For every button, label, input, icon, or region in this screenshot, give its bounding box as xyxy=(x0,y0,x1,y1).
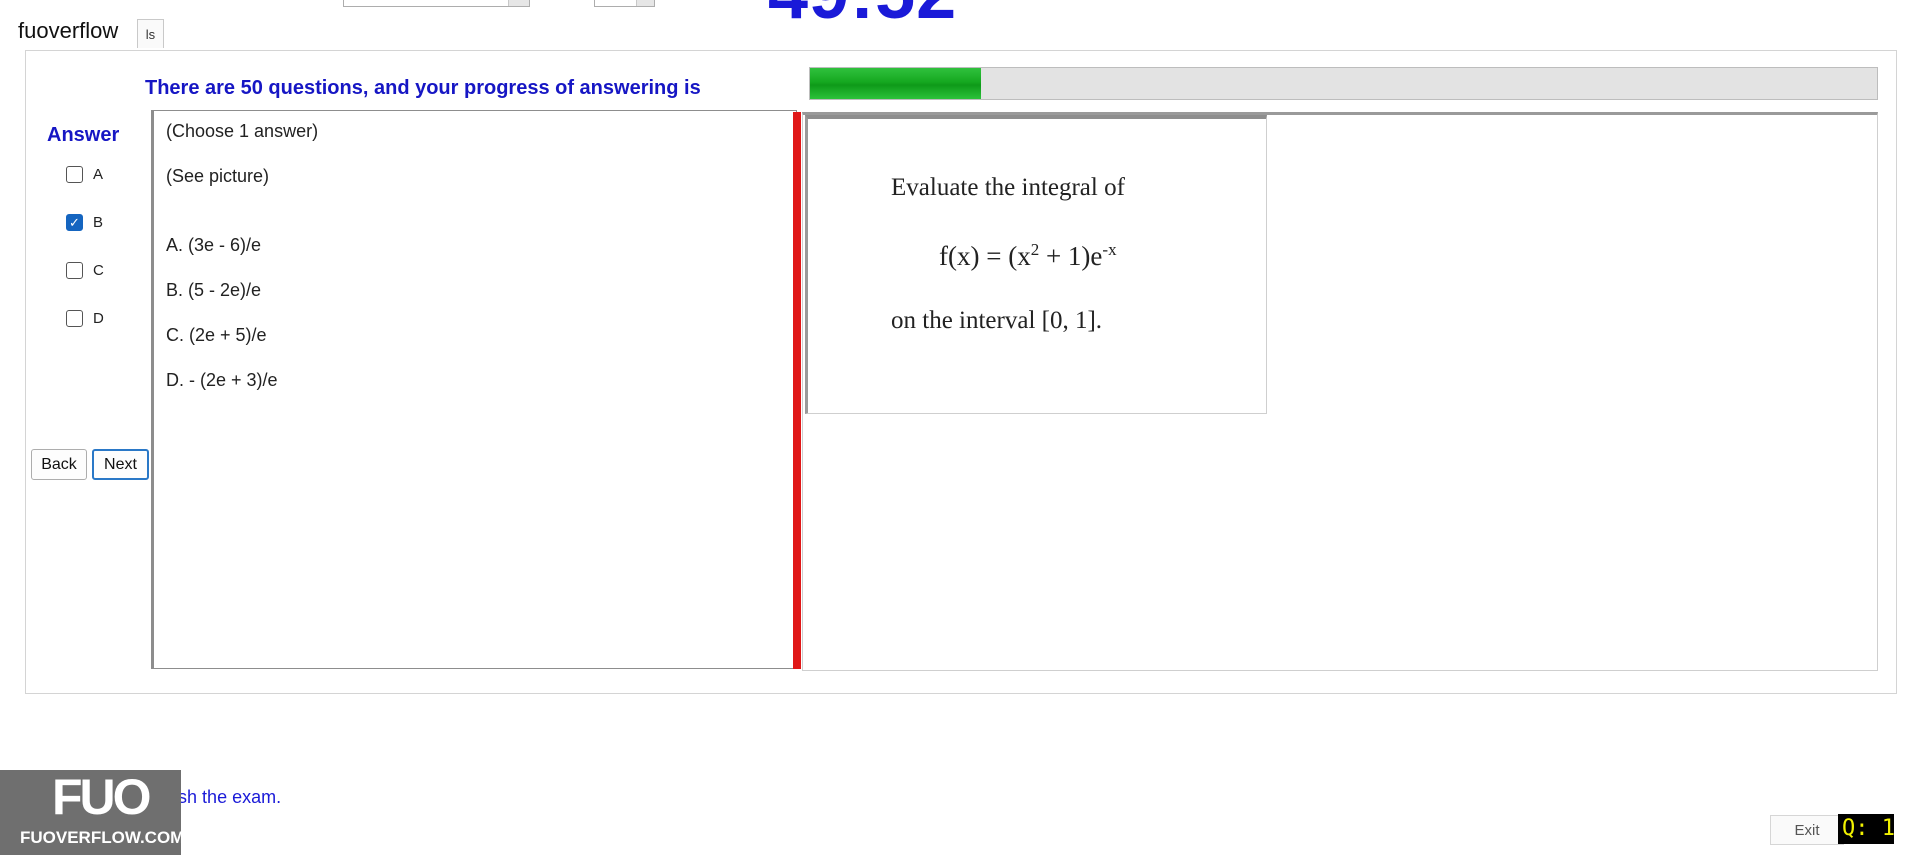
brand-label: fuoverflow xyxy=(18,18,119,43)
exam-timer: 49:52 xyxy=(768,0,957,30)
answer-option-d[interactable]: D xyxy=(66,310,104,327)
question-number-badge: Q: 1 xyxy=(1838,814,1894,844)
tab-header[interactable]: ls xyxy=(137,19,164,48)
formula-exponent: 2 xyxy=(1030,240,1040,259)
checkbox-c[interactable] xyxy=(66,262,83,279)
option-label: A xyxy=(93,166,104,183)
formula-lhs: f(x) = (x xyxy=(939,241,1031,271)
choice-a: A. (3e - 6)/e xyxy=(166,235,262,255)
checkbox-d[interactable] xyxy=(66,310,83,327)
checkbox-a[interactable] xyxy=(66,166,83,183)
question-picture: Evaluate the integral of f(x) = (x2 + 1)… xyxy=(805,115,1267,414)
exit-button[interactable]: Exit xyxy=(1770,815,1844,845)
choice-d: D. - (2e + 3)/e xyxy=(166,370,278,390)
picture-line-1: Evaluate the integral of xyxy=(891,174,1125,201)
answer-option-b[interactable]: ✓ B xyxy=(66,214,103,231)
next-button[interactable]: Next xyxy=(92,449,149,480)
question-instruction: (Choose 1 answer) xyxy=(166,121,319,141)
picture-formula: f(x) = (x2 + 1)e-x xyxy=(939,240,1117,272)
progress-bar xyxy=(809,67,1878,100)
top-small-combobox[interactable] xyxy=(594,0,655,7)
progress-fill xyxy=(810,68,981,99)
back-button[interactable]: Back xyxy=(31,449,87,480)
question-hint: (See picture) xyxy=(166,166,270,186)
formula-mid: + 1)e xyxy=(1039,241,1103,271)
question-text-box[interactable]: (Choose 1 answer) (See picture) A. (3e -… xyxy=(151,110,797,669)
option-label: D xyxy=(93,310,104,327)
answer-option-a[interactable]: A xyxy=(66,166,103,183)
watermark-logo: FUO FUOVERFLOW.COM xyxy=(0,769,185,855)
picture-line-3: on the interval [0, 1]. xyxy=(891,307,1103,334)
answer-option-c[interactable]: C xyxy=(66,262,104,279)
logo-main-text: FUO xyxy=(52,769,152,825)
answer-title: Answer xyxy=(47,124,120,146)
progress-label: There are 50 questions, and your progres… xyxy=(145,77,701,99)
choice-c: C. (2e + 5)/e xyxy=(166,325,267,345)
option-label: C xyxy=(93,262,104,279)
logo-sub-text: FUOVERFLOW.COM xyxy=(20,828,185,847)
checkbox-b[interactable]: ✓ xyxy=(66,214,83,231)
choice-b: B. (5 - 2e)/e xyxy=(166,280,262,300)
combobox-arrow[interactable] xyxy=(636,0,654,6)
combobox-arrow[interactable] xyxy=(508,0,529,6)
formula-superscript: -x xyxy=(1102,240,1117,259)
splitter-divider[interactable] xyxy=(793,112,801,669)
option-label: B xyxy=(93,214,104,231)
top-combobox[interactable] xyxy=(343,0,530,7)
